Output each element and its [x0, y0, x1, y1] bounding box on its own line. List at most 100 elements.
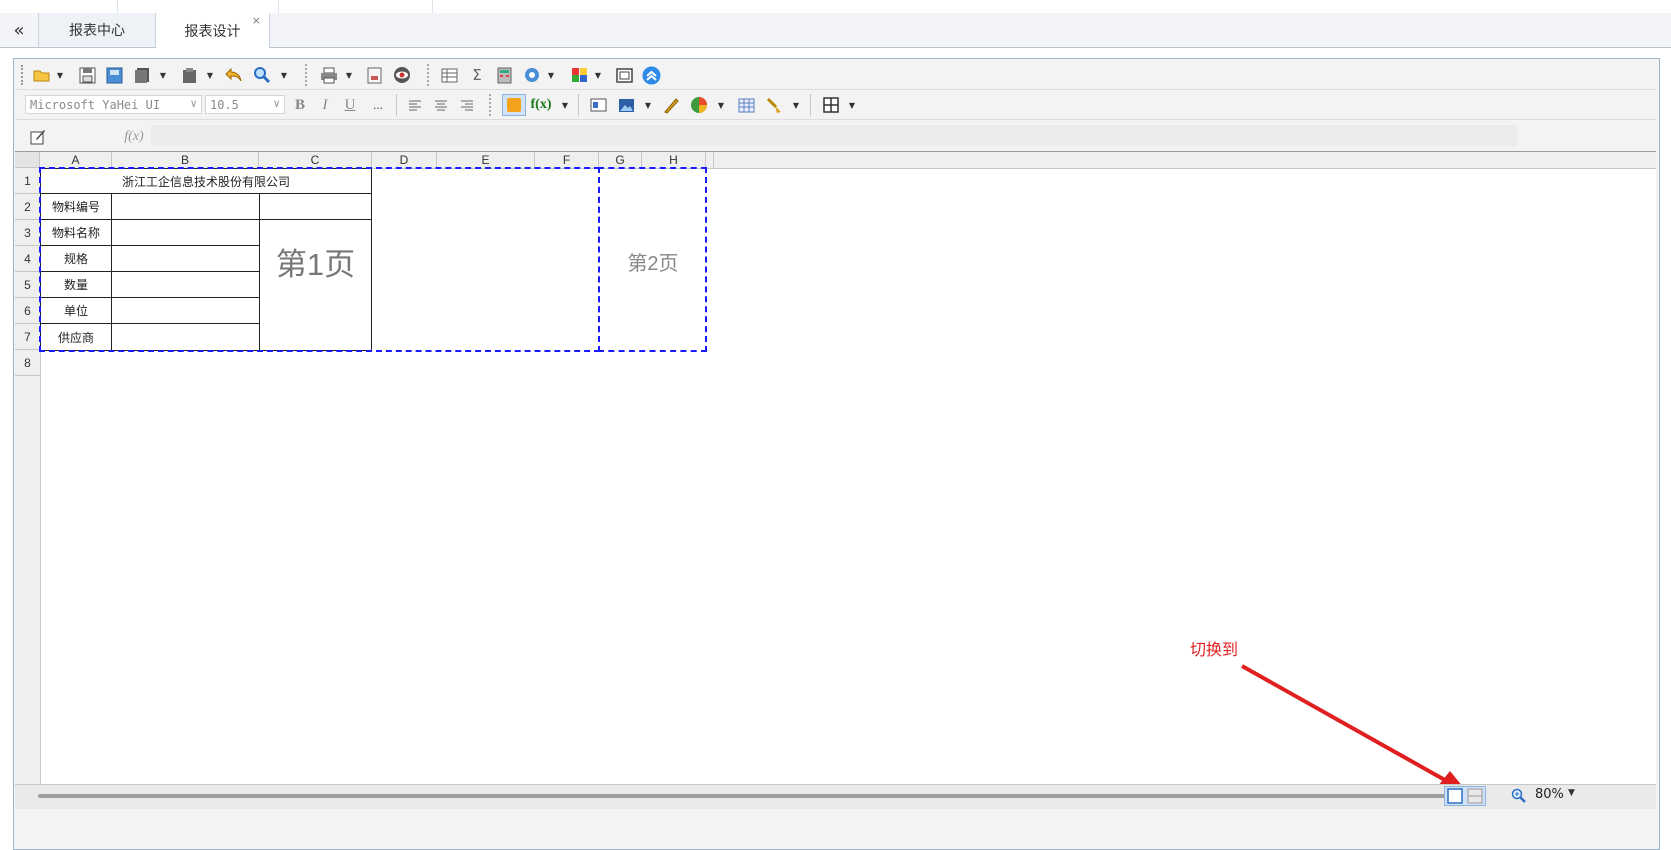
paste-dropdown-icon[interactable]: ▼ [205, 64, 215, 86]
print-icon[interactable] [318, 64, 340, 86]
page-view-icon[interactable] [1447, 788, 1463, 804]
font-family-value: Microsoft YaHei UI [30, 97, 161, 112]
title-cell[interactable]: 浙江工企信息技术股份有限公司 [40, 168, 372, 194]
zoom-icon[interactable] [1511, 788, 1527, 804]
undo-icon[interactable] [223, 64, 245, 86]
settings-icon[interactable] [521, 64, 543, 86]
tab-label: 报表设计 [184, 23, 241, 40]
column-header-a[interactable]: A [40, 152, 112, 168]
select-all-corner[interactable] [15, 152, 40, 168]
column-header-f[interactable]: F [535, 152, 599, 168]
brush-dropdown-icon[interactable]: ▼ [791, 94, 801, 116]
toolbar-grip[interactable] [21, 65, 26, 85]
brush-icon[interactable] [763, 94, 785, 116]
fullscreen-icon[interactable] [613, 64, 635, 86]
label-cell-material-code[interactable]: 物料编号 [40, 193, 112, 220]
tab-report-center[interactable]: 报表中心 [39, 13, 156, 47]
value-cell[interactable] [111, 323, 260, 351]
row-header-7[interactable]: 7 [15, 324, 40, 350]
row-header-2[interactable]: 2 [15, 194, 40, 220]
zoom-level[interactable]: 80% [1535, 787, 1564, 802]
paste-icon[interactable] [178, 64, 200, 86]
row-header-4[interactable]: 4 [15, 246, 40, 272]
border-icon[interactable] [820, 94, 842, 116]
label-cell-unit[interactable]: 单位 [40, 297, 112, 324]
value-cell[interactable] [259, 193, 372, 220]
column-header-e[interactable]: E [437, 152, 535, 168]
calculator-icon[interactable] [493, 64, 515, 86]
row-header-1[interactable]: 1 [15, 168, 40, 194]
label-cell-spec[interactable]: 规格 [40, 245, 112, 272]
column-header-d[interactable]: D [372, 152, 437, 168]
print-dropdown-icon[interactable]: ▼ [344, 64, 354, 86]
column-header-h[interactable]: H [642, 152, 706, 168]
edit-icon[interactable] [27, 126, 49, 148]
pie-chart-icon[interactable] [688, 94, 710, 116]
find-icon[interactable] [251, 64, 273, 86]
page-break-view-icon[interactable] [1467, 788, 1483, 804]
column-header-c[interactable]: C [259, 152, 372, 168]
bold-button[interactable]: B [289, 94, 311, 116]
table-icon[interactable] [438, 64, 460, 86]
label-cell-material-name[interactable]: 物料名称 [40, 219, 112, 246]
top-strip [0, 0, 1671, 14]
value-cell[interactable] [111, 297, 260, 324]
function-icon[interactable]: f(x) [530, 94, 552, 116]
tab-report-design[interactable]: 报表设计 × [156, 13, 270, 48]
value-cell[interactable] [111, 193, 260, 220]
collapse-sidebar-button[interactable]: « [0, 13, 39, 47]
function-dropdown-icon[interactable]: ▼ [560, 94, 570, 116]
more-format-button[interactable]: ... [367, 94, 389, 116]
chart-dropdown-icon[interactable]: ▼ [716, 94, 726, 116]
row-header-3[interactable]: 3 [15, 220, 40, 246]
label-cell-supplier[interactable]: 供应商 [40, 323, 112, 351]
settings-dropdown-icon[interactable]: ▼ [546, 64, 556, 86]
save-as-icon[interactable] [103, 64, 125, 86]
color-palette-dropdown-icon[interactable]: ▼ [593, 64, 603, 86]
font-family-select[interactable]: Microsoft YaHei UI ∨ [25, 95, 202, 114]
save-icon[interactable] [76, 64, 98, 86]
top-strip-segment [0, 0, 118, 13]
column-header-g[interactable]: G [599, 152, 642, 168]
horizontal-scrollbar[interactable] [38, 794, 1458, 798]
row-header-8[interactable]: 8 [15, 350, 40, 376]
row-header-6[interactable]: 6 [15, 298, 40, 324]
open-folder-icon[interactable] [31, 64, 53, 86]
preview-icon[interactable] [391, 64, 413, 86]
underline-button[interactable]: U [339, 94, 361, 116]
find-dropdown-icon[interactable]: ▼ [279, 64, 289, 86]
color-palette-icon[interactable] [568, 64, 590, 86]
copy-icon[interactable] [131, 64, 153, 86]
formula-bar: f(x) [15, 121, 1656, 152]
column-header-i[interactable] [706, 152, 714, 168]
align-center-icon[interactable] [430, 94, 452, 116]
align-left-icon[interactable] [404, 94, 426, 116]
value-cell[interactable] [111, 219, 260, 246]
zoom-dropdown-icon[interactable]: ▼ [1568, 788, 1575, 798]
image-dropdown-icon[interactable]: ▼ [643, 94, 653, 116]
top-strip-segment [279, 0, 433, 13]
formula-input[interactable] [151, 125, 1517, 146]
border-dropdown-icon[interactable]: ▼ [847, 94, 857, 116]
font-size-select[interactable]: 10.5 ∨ [205, 95, 285, 114]
row-header-5[interactable]: 5 [15, 272, 40, 298]
grid-icon[interactable] [735, 94, 757, 116]
label-cell-quantity[interactable]: 数量 [40, 271, 112, 298]
value-cell[interactable] [111, 245, 260, 272]
sum-icon[interactable]: Σ [466, 64, 488, 86]
italic-button[interactable]: I [314, 94, 336, 116]
print-preview-icon[interactable] [363, 64, 385, 86]
close-tab-icon[interactable]: × [252, 15, 261, 26]
align-right-icon[interactable] [456, 94, 478, 116]
fill-color-icon[interactable] [502, 94, 526, 116]
copy-dropdown-icon[interactable]: ▼ [158, 64, 168, 86]
collapse-up-icon[interactable] [640, 64, 662, 86]
pen-icon[interactable] [660, 94, 682, 116]
text-box-icon[interactable] [587, 94, 609, 116]
toolbar-separator [578, 94, 579, 116]
toolbar-separator [489, 94, 493, 116]
column-header-b[interactable]: B [112, 152, 259, 168]
image-icon[interactable] [615, 94, 637, 116]
value-cell[interactable] [111, 271, 260, 298]
open-dropdown-icon[interactable]: ▼ [55, 64, 65, 86]
